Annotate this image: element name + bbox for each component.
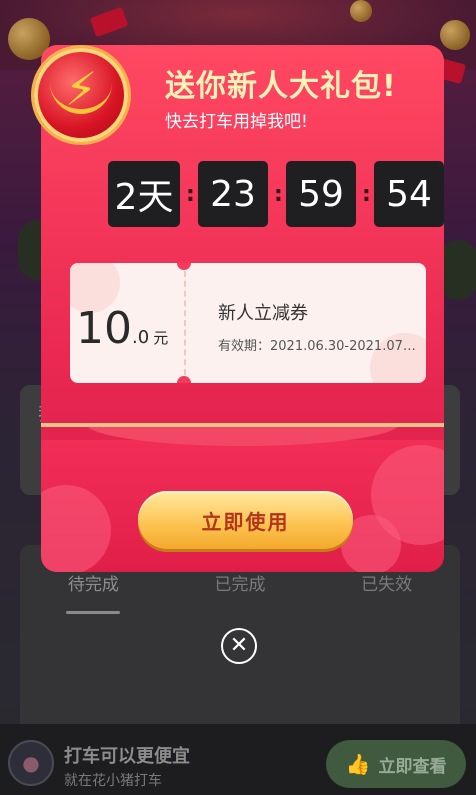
- countdown-timer: 2天 : 23 : 59 : 54: [108, 161, 444, 227]
- tab-completed: 已完成: [214, 575, 266, 595]
- countdown-separator: :: [362, 181, 371, 207]
- promo-title: 打车可以更便宜: [64, 746, 190, 767]
- close-circle-icon[interactable]: ✕: [221, 628, 257, 664]
- coupon-amount-unit: 元: [153, 329, 169, 347]
- view-now-button: 👍 立即查看: [326, 740, 466, 788]
- modal-title: 送你新人大礼包!: [165, 69, 397, 104]
- promo-subtitle: 就在花小猪打车: [64, 773, 162, 789]
- countdown-separator: :: [274, 181, 283, 207]
- tab-pending: 待完成: [67, 575, 119, 595]
- tab-expired: 已失效: [361, 575, 413, 595]
- countdown-minutes: 59: [286, 161, 356, 227]
- pig-icon: ●: [8, 740, 54, 786]
- view-now-label: 立即查看: [378, 756, 447, 777]
- coupon-name: 新人立减券: [218, 303, 308, 324]
- coupon-notch: [177, 263, 191, 270]
- coupon-amount: 10 .0 元: [76, 303, 168, 354]
- coin-decoration: [350, 0, 372, 22]
- thumbs-up-icon: 👍: [345, 752, 371, 776]
- coupon-card[interactable]: 10 .0 元 新人立减券 有效期：2021.06.30-2021.07.…: [70, 263, 426, 383]
- background-tabs: 待完成 已完成 已失效: [20, 570, 460, 595]
- modal-subtitle: 快去打车用掉我吧!: [165, 112, 308, 132]
- coin-decoration: [440, 20, 470, 50]
- badge-bolt: ⚡: [64, 62, 98, 116]
- countdown-separator: :: [186, 181, 195, 207]
- lightning-bolt-icon: ⚡: [34, 48, 128, 142]
- countdown-days: 2天: [108, 161, 180, 227]
- tab-underline: [66, 611, 120, 614]
- coupon-amount-decimal: .0: [132, 327, 150, 348]
- use-now-button[interactable]: 立即使用: [138, 491, 353, 549]
- coupon-notch: [177, 376, 191, 383]
- coupon-amount-integer: 10: [76, 303, 132, 354]
- countdown-seconds: 54: [374, 161, 444, 227]
- envelope-flap: [41, 423, 444, 463]
- coupon-divider: [184, 271, 186, 375]
- envelope-edge: [41, 423, 444, 427]
- countdown-hours: 23: [198, 161, 268, 227]
- coupon-validity: 有效期：2021.06.30-2021.07.…: [218, 339, 418, 354]
